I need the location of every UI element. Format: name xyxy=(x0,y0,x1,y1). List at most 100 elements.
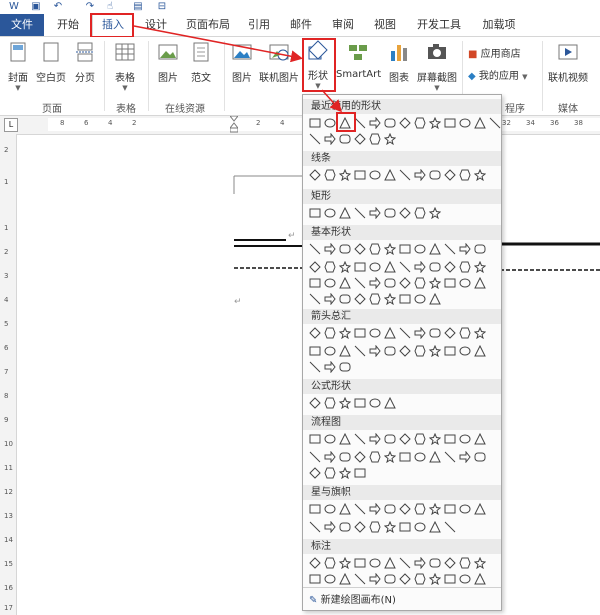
shape-item[interactable] xyxy=(369,521,381,533)
shape-item[interactable] xyxy=(324,557,336,569)
shape-item[interactable] xyxy=(474,327,486,339)
shape-item[interactable] xyxy=(354,433,366,445)
shape-item[interactable] xyxy=(399,117,411,129)
shape-item[interactable] xyxy=(324,345,336,357)
shape-item[interactable] xyxy=(384,327,396,339)
shape-item[interactable] xyxy=(339,133,351,145)
shape-item[interactable] xyxy=(324,397,336,409)
shape-item[interactable] xyxy=(414,169,426,181)
print-preview-icon[interactable]: ▤ xyxy=(132,1,144,12)
shape-item[interactable] xyxy=(459,503,471,515)
shape-item[interactable] xyxy=(384,243,396,255)
shape-item[interactable] xyxy=(309,243,321,255)
customize-icon[interactable]: ⊟ xyxy=(156,1,168,12)
shape-item[interactable] xyxy=(309,573,321,585)
smartart-button[interactable]: SmartArt xyxy=(336,41,381,80)
shape-item[interactable] xyxy=(369,573,381,585)
shape-item[interactable] xyxy=(324,361,336,373)
shape-item[interactable] xyxy=(339,345,351,357)
shape-item[interactable] xyxy=(414,345,426,357)
shape-item[interactable] xyxy=(444,261,456,273)
shape-item[interactable] xyxy=(444,521,456,533)
shape-item[interactable] xyxy=(474,117,486,129)
shape-item[interactable] xyxy=(324,133,336,145)
shape-item[interactable] xyxy=(429,433,441,445)
shape-item[interactable] xyxy=(384,503,396,515)
shape-item[interactable] xyxy=(354,169,366,181)
shape-item[interactable] xyxy=(309,261,321,273)
shape-item[interactable] xyxy=(429,521,441,533)
shape-item[interactable] xyxy=(414,243,426,255)
shape-item[interactable] xyxy=(474,261,486,273)
shape-item[interactable] xyxy=(384,293,396,305)
tab-file[interactable]: 文件 xyxy=(0,14,44,36)
shape-item[interactable] xyxy=(324,207,336,219)
shape-item[interactable] xyxy=(354,397,366,409)
shape-item[interactable] xyxy=(384,207,396,219)
shape-item[interactable] xyxy=(309,361,321,373)
tab-developer[interactable]: 开发工具 xyxy=(412,14,466,36)
shape-item[interactable] xyxy=(444,573,456,585)
shape-item[interactable] xyxy=(354,327,366,339)
shape-item[interactable] xyxy=(399,451,411,463)
shape-item[interactable] xyxy=(384,169,396,181)
shape-item[interactable] xyxy=(309,133,321,145)
shape-item[interactable] xyxy=(369,243,381,255)
shape-item[interactable] xyxy=(459,277,471,289)
shape-item[interactable] xyxy=(399,557,411,569)
shape-item[interactable] xyxy=(354,207,366,219)
shape-item[interactable] xyxy=(324,521,336,533)
shape-item[interactable] xyxy=(354,503,366,515)
shape-item[interactable] xyxy=(399,521,411,533)
vertical-ruler[interactable]: 2 1 1 2 3 4 5 6 7 8 9 10 11 12 13 14 15 … xyxy=(0,134,17,615)
shape-item[interactable] xyxy=(339,433,351,445)
shape-item[interactable] xyxy=(354,451,366,463)
shape-item[interactable] xyxy=(324,467,336,479)
my-apps-button[interactable]: ◆ 我的应用 ▼ xyxy=(468,67,527,82)
shape-item[interactable] xyxy=(414,117,426,129)
shape-item[interactable] xyxy=(429,557,441,569)
shape-item[interactable] xyxy=(399,293,411,305)
shape-item[interactable] xyxy=(339,397,351,409)
shape-item[interactable] xyxy=(309,397,321,409)
shape-item[interactable] xyxy=(414,293,426,305)
shape-item[interactable] xyxy=(444,327,456,339)
tab-design[interactable]: 设计 xyxy=(138,14,174,36)
shape-item[interactable] xyxy=(444,117,456,129)
tab-review[interactable]: 审阅 xyxy=(326,14,360,36)
shape-item[interactable] xyxy=(309,433,321,445)
page-break-button[interactable]: 分页 xyxy=(70,41,100,84)
undo-icon[interactable]: ↶ xyxy=(52,1,64,12)
shape-item[interactable] xyxy=(474,451,486,463)
tab-mailings[interactable]: 邮件 xyxy=(284,14,318,36)
online-video-button[interactable]: 联机视频 xyxy=(546,41,590,84)
shape-item[interactable] xyxy=(369,293,381,305)
shape-item[interactable] xyxy=(354,345,366,357)
shape-item[interactable] xyxy=(474,169,486,181)
shape-item[interactable] xyxy=(339,293,351,305)
shape-item[interactable] xyxy=(459,169,471,181)
blank-page-button[interactable]: 空白页 xyxy=(34,41,68,84)
shape-item[interactable] xyxy=(369,451,381,463)
shape-item[interactable] xyxy=(444,243,456,255)
shape-item[interactable] xyxy=(414,503,426,515)
shape-item[interactable] xyxy=(324,293,336,305)
shape-item[interactable] xyxy=(369,133,381,145)
shape-item[interactable] xyxy=(429,327,441,339)
tab-view[interactable]: 视图 xyxy=(368,14,402,36)
shape-item[interactable] xyxy=(309,277,321,289)
shape-item[interactable] xyxy=(429,345,441,357)
shape-item[interactable] xyxy=(459,433,471,445)
screenshot-button[interactable]: 屏幕截图 ▼ xyxy=(414,41,460,92)
shape-item[interactable] xyxy=(414,557,426,569)
shape-item[interactable] xyxy=(384,433,396,445)
shape-item[interactable] xyxy=(384,451,396,463)
save-icon[interactable]: ▣ xyxy=(30,1,42,12)
shape-item[interactable] xyxy=(354,243,366,255)
shape-item[interactable] xyxy=(369,557,381,569)
shape-item[interactable] xyxy=(369,503,381,515)
shape-item[interactable] xyxy=(399,503,411,515)
shape-item[interactable] xyxy=(444,451,456,463)
shape-item[interactable] xyxy=(399,433,411,445)
shape-item[interactable] xyxy=(324,277,336,289)
